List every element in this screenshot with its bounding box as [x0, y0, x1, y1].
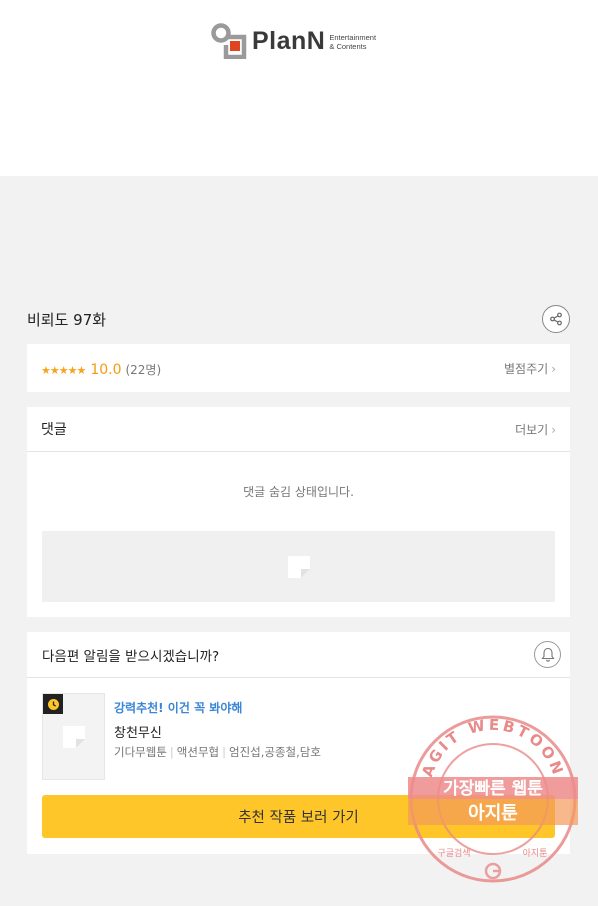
recommended-info: 강력추천! 이건 꼭 봐야해 창천무신 기다무웹툰 | 액션무협 | 엄진섭,공종철,담…: [114, 699, 321, 760]
notify-header: 다음편 알림을 받으시겠습니까?: [27, 632, 570, 678]
bell-icon: [540, 647, 555, 662]
comments-label: 댓글: [41, 422, 67, 438]
share-button[interactable]: [542, 305, 570, 333]
rating-stars: ★★★★★: [41, 363, 86, 377]
episode-title-row: 비뢰도 97화: [27, 300, 570, 338]
image-placeholder-icon: [62, 725, 85, 748]
recommend-cta-button[interactable]: 추천 작품 보러 가기: [42, 795, 555, 838]
image-placeholder-icon: [287, 555, 310, 578]
clock-badge-icon: [43, 694, 63, 714]
recommended-subgenre: 액션무협: [176, 745, 220, 759]
google-logo-icon: [484, 862, 502, 880]
meta-divider: |: [222, 745, 226, 759]
notify-question: 다음편 알림을 받으시겠습니까?: [42, 648, 220, 665]
recommended-item[interactable]: 강력추천! 이건 꼭 봐야해 창천무신 기다무웹툰 | 액션무협 | 엄진섭,공종철,담…: [42, 693, 552, 781]
comments-header: 댓글 더보기 ›: [27, 407, 570, 452]
plann-logo-mark-icon: [210, 23, 248, 60]
comments-hidden-message: 댓글 숨김 상태입니다.: [243, 485, 354, 499]
brand-subtitle-line2: & Contents: [329, 42, 367, 51]
rating-count: (22명): [125, 362, 162, 377]
recommended-thumbnail[interactable]: [42, 693, 105, 780]
brand-subtitle-line1: Entertainment: [329, 33, 377, 42]
share-icon: [550, 312, 562, 326]
recommended-meta: 기다무웹툰 | 액션무협 | 엄진섭,공종철,담호: [114, 744, 321, 760]
rating-card: ★★★★★ 10.0 (22명) 별점주기 ›: [27, 344, 570, 392]
recommended-genre: 기다무웹툰: [114, 745, 167, 759]
chevron-right-icon: ›: [551, 361, 556, 376]
recommended-title[interactable]: 창천무신: [114, 722, 321, 741]
comments-card: 댓글 더보기 › 댓글 숨김 상태입니다.: [27, 407, 570, 617]
brand-subtitle: Entertainment & Contents: [329, 33, 376, 51]
recommended-tag: 강력추천! 이건 꼭 봐야해: [114, 701, 243, 715]
rating-summary: ★★★★★ 10.0 (22명): [41, 359, 161, 378]
recommended-authors: 엄진섭,공종철,담호: [228, 745, 321, 759]
notify-bell-button[interactable]: [534, 641, 561, 668]
rating-score: 10.0: [90, 361, 122, 378]
header: PlanN Entertainment & Contents: [0, 0, 598, 176]
rate-link[interactable]: 별점주기 ›: [504, 360, 556, 377]
chevron-right-icon: ›: [551, 422, 556, 437]
episode-title: 비뢰도 97화: [27, 310, 107, 329]
brand-name: PlanN: [252, 26, 326, 55]
comments-more-label: 더보기: [515, 422, 549, 437]
notify-card: 다음편 알림을 받으시겠습니까? 강력추천! 이건 꼭 봐야해 창천무신 기다무…: [27, 632, 570, 854]
meta-divider: |: [169, 745, 174, 759]
plann-logo[interactable]: PlanN Entertainment & Contents: [210, 23, 376, 60]
ad-placeholder[interactable]: [42, 531, 555, 602]
rate-link-label: 별점주기: [504, 361, 549, 376]
comments-more-link[interactable]: 더보기 ›: [515, 421, 556, 438]
